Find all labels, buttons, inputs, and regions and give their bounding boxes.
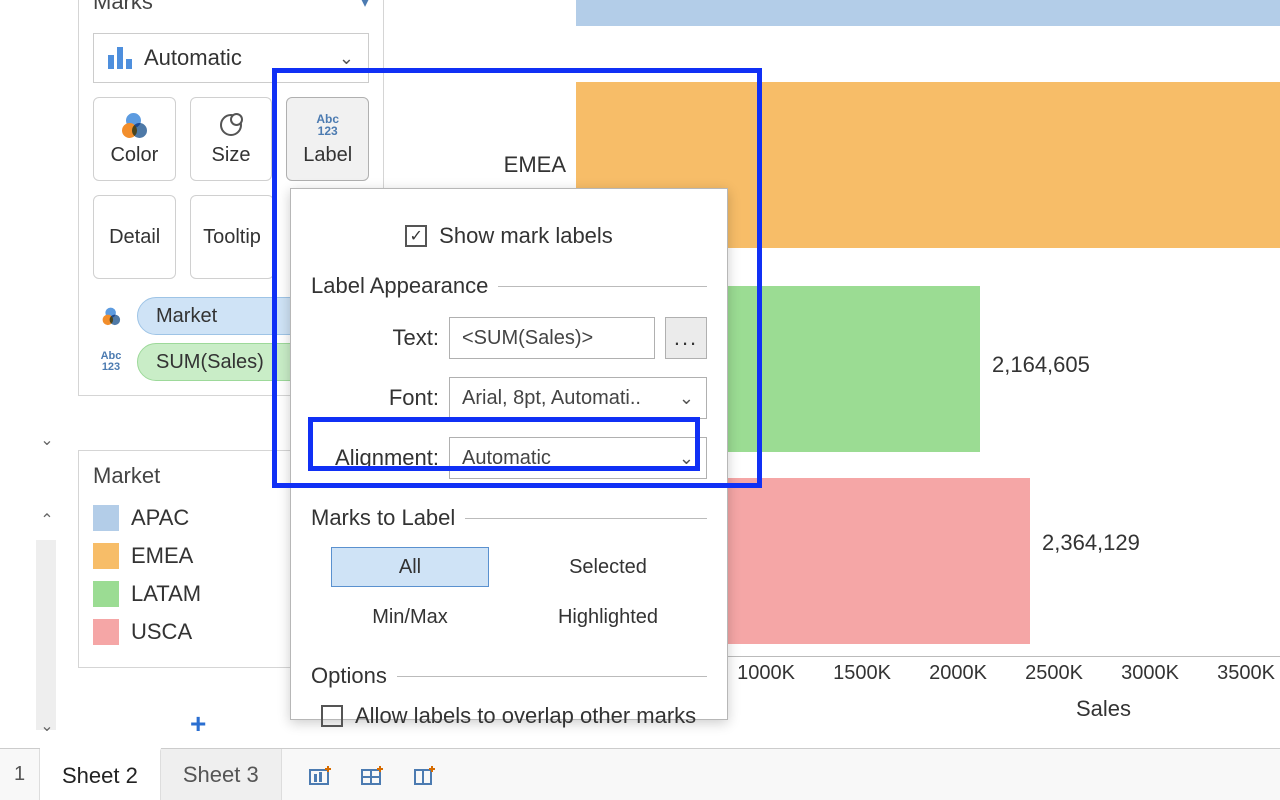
sheet-tab-bar: 1 Sheet 2 Sheet 3 <box>0 748 1280 800</box>
color-icon <box>122 113 146 137</box>
alignment-dropdown[interactable]: Automatic ⌄ <box>449 437 707 479</box>
label-appearance-title: Label Appearance <box>311 273 488 299</box>
marks-to-label-all[interactable]: All <box>331 547 489 587</box>
swatch-icon <box>93 543 119 569</box>
swatch-icon <box>93 619 119 645</box>
row-label-emea: EMEA <box>396 152 566 178</box>
tooltip-button[interactable]: Tooltip <box>190 195 273 279</box>
tooltip-button-label: Tooltip <box>203 226 261 249</box>
bar-apac[interactable] <box>576 0 1280 26</box>
card-menu-icon[interactable]: ▾ <box>361 0 369 12</box>
sheet-tab-1[interactable]: 1 <box>0 749 40 800</box>
marks-to-label-minmax[interactable]: Min/Max <box>331 597 489 637</box>
label-button-label: Label <box>303 144 352 167</box>
legend-label: USCA <box>131 619 192 645</box>
text-label: Text: <box>311 325 439 351</box>
pill-sum-sales-label: SUM(Sales) <box>156 351 264 374</box>
label-options-popover: ✓ Show mark labels Label Appearance Text… <box>290 188 728 720</box>
font-label: Font: <box>311 385 439 411</box>
sheet-tab-2[interactable]: Sheet 2 <box>40 748 161 800</box>
marks-to-label-highlighted[interactable]: Highlighted <box>529 597 687 637</box>
detail-button-label: Detail <box>109 226 160 249</box>
legend-label: EMEA <box>131 543 193 569</box>
size-button[interactable]: Size <box>190 97 273 181</box>
allow-overlap-checkbox[interactable] <box>321 705 343 727</box>
color-button[interactable]: Color <box>93 97 176 181</box>
scroll-down-icon[interactable]: ⌄ <box>36 430 58 450</box>
pill-market-label: Market <box>156 305 217 328</box>
font-value: Arial, 8pt, Automati.. <box>462 387 641 410</box>
tick: 1500K <box>833 662 891 685</box>
marks-title: Marks <box>93 0 153 15</box>
scroll-track[interactable] <box>36 540 56 730</box>
tick: 3000K <box>1121 662 1179 685</box>
scroll-down-icon[interactable]: ⌄ <box>36 716 58 736</box>
left-gutter: ⌄ ⌃ ⌄ <box>0 0 56 740</box>
show-mark-labels-label: Show mark labels <box>439 223 613 249</box>
alignment-label: Alignment: <box>311 445 439 471</box>
new-worksheet-icon[interactable] <box>308 764 334 786</box>
label-icon: Abc123 <box>101 351 122 373</box>
edit-label-button[interactable]: ... <box>665 317 707 359</box>
allow-overlap-label: Allow labels to overlap other marks <box>355 703 696 729</box>
size-button-label: Size <box>212 144 251 167</box>
detail-button[interactable]: Detail <box>93 195 176 279</box>
color-icon <box>103 308 120 325</box>
label-button[interactable]: Abc123 Label <box>286 97 369 181</box>
chevron-down-icon: ⌄ <box>339 48 354 69</box>
tick: 3500K <box>1217 662 1275 685</box>
show-mark-labels-checkbox[interactable]: ✓ <box>405 225 427 247</box>
swatch-icon <box>93 505 119 531</box>
mark-type-dropdown[interactable]: Automatic ⌄ <box>93 33 369 83</box>
options-title: Options <box>311 663 387 689</box>
sheet-tab-3[interactable]: Sheet 3 <box>161 749 282 800</box>
scroll-up-icon[interactable]: ⌃ <box>36 510 58 530</box>
swatch-icon <box>93 581 119 607</box>
legend-label: APAC <box>131 505 189 531</box>
chevron-down-icon: ⌄ <box>679 448 694 469</box>
bar-chart-icon <box>108 47 132 69</box>
add-icon[interactable]: + <box>190 708 206 740</box>
new-dashboard-icon[interactable] <box>360 764 386 786</box>
font-dropdown[interactable]: Arial, 8pt, Automati.. ⌄ <box>449 377 707 419</box>
marks-to-label-title: Marks to Label <box>311 505 455 531</box>
color-button-label: Color <box>110 144 158 167</box>
tick: 2500K <box>1025 662 1083 685</box>
new-story-icon[interactable] <box>412 764 438 786</box>
label-icon: Abc123 <box>316 113 339 137</box>
legend-label: LATAM <box>131 581 201 607</box>
x-axis-title: Sales <box>1076 696 1131 722</box>
marks-to-label-selected[interactable]: Selected <box>529 547 687 587</box>
label-text-field[interactable]: <SUM(Sales)> <box>449 317 655 359</box>
tick: 1000K <box>737 662 795 685</box>
mark-type-label: Automatic <box>144 45 242 71</box>
data-label-latam: 2,164,605 <box>992 352 1090 378</box>
label-text-value: <SUM(Sales)> <box>462 327 593 350</box>
alignment-value: Automatic <box>462 447 551 470</box>
chevron-down-icon: ⌄ <box>679 388 694 409</box>
data-label-usca: 2,364,129 <box>1042 530 1140 556</box>
size-icon <box>220 114 242 136</box>
tick: 2000K <box>929 662 987 685</box>
